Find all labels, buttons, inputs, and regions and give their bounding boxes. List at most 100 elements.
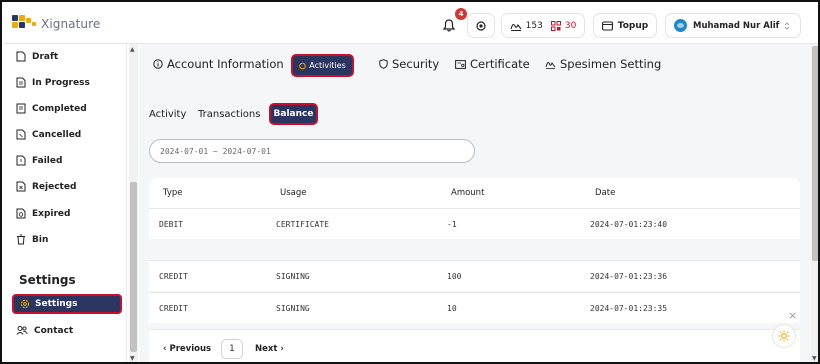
cell-date: 2024-07-01:23:40 xyxy=(590,220,668,229)
tab-label: Spesimen Setting xyxy=(560,57,662,71)
sidebar: Draft In Progress Completed Cancelled Fa… xyxy=(4,44,127,362)
sidebar-item-completed[interactable]: Completed xyxy=(16,103,87,114)
app-window: Xignature 4 153 30 Topup Muhamad Nur Ali… xyxy=(0,0,820,364)
sun-icon xyxy=(778,330,790,342)
sidebar-item-cancelled[interactable]: Cancelled xyxy=(16,129,81,140)
sidebar-item-expired[interactable]: Expired xyxy=(16,208,70,219)
close-icon[interactable]: × xyxy=(788,309,797,322)
trash-icon xyxy=(17,234,25,245)
page-number-button[interactable]: 1 xyxy=(221,339,243,359)
scroll-down-icon[interactable]: ▼ xyxy=(130,355,135,362)
scroll-down-icon[interactable]: ▼ xyxy=(812,355,817,362)
table-header: Type Usage Amount Date xyxy=(149,178,800,208)
chevron-right-icon: › xyxy=(280,344,284,354)
tab-certificate[interactable]: Certificate xyxy=(455,57,530,71)
subtab-transactions[interactable]: Transactions xyxy=(198,109,260,120)
main-content: Account Information Activities Security … xyxy=(139,44,811,362)
sidebar-item-failed[interactable]: Failed xyxy=(16,155,62,166)
qr-icon xyxy=(550,20,561,31)
tab-label: Certificate xyxy=(470,57,530,71)
quota-button[interactable]: 153 30 xyxy=(501,13,585,38)
column-header-usage: Usage xyxy=(280,188,307,198)
subtab-balance[interactable]: Balance xyxy=(269,103,318,125)
sidebar-item-label: In Progress xyxy=(32,77,90,88)
tab-account-information[interactable]: Account Information xyxy=(153,57,284,71)
wallet-icon xyxy=(601,20,613,31)
toggle-button[interactable] xyxy=(467,13,495,38)
avatar xyxy=(674,19,687,32)
tab-activities[interactable]: Activities xyxy=(291,54,354,77)
document-icon xyxy=(16,208,26,219)
scroll-up-icon[interactable]: ▲ xyxy=(130,46,135,53)
column-header-type: Type xyxy=(163,188,183,198)
signature-icon xyxy=(545,61,556,69)
topup-button[interactable]: Topup xyxy=(593,13,657,38)
sidebar-scrollbar-thumb[interactable] xyxy=(130,182,137,352)
certificate-icon xyxy=(455,59,466,69)
sidebar-item-settings[interactable]: Settings xyxy=(12,294,122,314)
sidebar-item-label: Bin xyxy=(32,234,49,245)
theme-toggle-button[interactable] xyxy=(772,324,796,348)
document-icon xyxy=(16,155,26,166)
cell-type: DEBIT xyxy=(159,220,184,229)
stamp-count: 153 xyxy=(525,20,543,31)
main-scrollbar-thumb[interactable] xyxy=(812,46,818,261)
next-page-button[interactable]: Next › xyxy=(255,344,284,354)
document-icon xyxy=(16,181,26,192)
cell-usage: CERTIFICATE xyxy=(276,220,329,229)
next-label: Next xyxy=(255,344,278,354)
settings-heading: Settings xyxy=(19,273,76,287)
logo[interactable]: Xignature xyxy=(12,15,100,33)
date-range-input[interactable]: 2024-07-01 ~ 2024-07-01 xyxy=(149,139,475,163)
cell-amount: 10 xyxy=(447,304,457,313)
tab-security[interactable]: Security xyxy=(379,57,439,71)
sidebar-item-label: Settings xyxy=(35,299,78,309)
tab-label: Account Information xyxy=(167,57,284,71)
qr-count: 30 xyxy=(564,20,577,31)
info-icon xyxy=(153,59,163,69)
sidebar-item-in-progress[interactable]: In Progress xyxy=(16,77,90,88)
cell-date: 2024-07-01:23:36 xyxy=(590,272,668,281)
notifications-button[interactable]: 4 xyxy=(436,8,467,38)
logo-text: Xignature xyxy=(41,17,101,31)
notification-badge: 4 xyxy=(455,8,467,20)
document-icon xyxy=(16,51,26,62)
table-row[interactable]: DEBIT CERTIFICATE -1 2024-07-01:23:40 xyxy=(149,208,800,239)
user-menu-button[interactable]: Muhamad Nur Alif xyxy=(665,13,801,38)
document-icon xyxy=(16,77,26,88)
sidebar-item-label: Draft xyxy=(32,51,59,62)
cell-date: 2024-07-01:23:35 xyxy=(590,304,668,313)
tab-spesimen-setting[interactable]: Spesimen Setting xyxy=(545,57,661,71)
settings-tabs: Account Information Activities Security … xyxy=(139,44,811,88)
sidebar-item-label: Expired xyxy=(32,208,71,219)
document-icon xyxy=(16,129,26,140)
contacts-icon xyxy=(16,326,28,335)
sidebar-item-draft[interactable]: Draft xyxy=(16,51,58,62)
shield-icon xyxy=(379,59,388,69)
sidebar-item-label: Completed xyxy=(32,103,87,114)
table-row[interactable]: CREDIT SIGNING 100 2024-07-01:23:36 xyxy=(149,260,800,291)
subtab-activity[interactable]: Activity xyxy=(149,109,186,120)
top-header: Xignature 4 153 30 Topup Muhamad Nur Ali… xyxy=(4,4,818,44)
column-header-amount: Amount xyxy=(451,188,485,198)
activity-icon xyxy=(299,62,307,69)
sidebar-item-contact[interactable]: Contact xyxy=(16,325,73,336)
document-check-icon xyxy=(16,103,26,114)
sidebar-item-bin[interactable]: Bin xyxy=(16,234,48,245)
table-row[interactable]: CREDIT SIGNING 10 2024-07-01:23:35 xyxy=(149,292,800,323)
chevron-left-icon: ‹ xyxy=(163,344,167,354)
user-name: Muhamad Nur Alif xyxy=(693,20,780,31)
previous-page-button[interactable]: ‹ Previous xyxy=(163,344,211,354)
cell-type: CREDIT xyxy=(159,304,188,313)
target-icon xyxy=(476,20,486,31)
sidebar-item-label: Failed xyxy=(32,155,63,166)
sidebar-item-label: Rejected xyxy=(32,181,77,192)
cell-usage: SIGNING xyxy=(276,304,310,313)
chevron-updown-icon xyxy=(784,21,790,30)
table-row[interactable] xyxy=(149,239,800,260)
tab-label: Security xyxy=(392,57,440,71)
pagination: ‹ Previous 1 Next › xyxy=(149,329,800,362)
sidebar-item-rejected[interactable]: Rejected xyxy=(16,181,76,192)
gear-icon xyxy=(20,299,30,309)
cell-usage: SIGNING xyxy=(276,272,310,281)
